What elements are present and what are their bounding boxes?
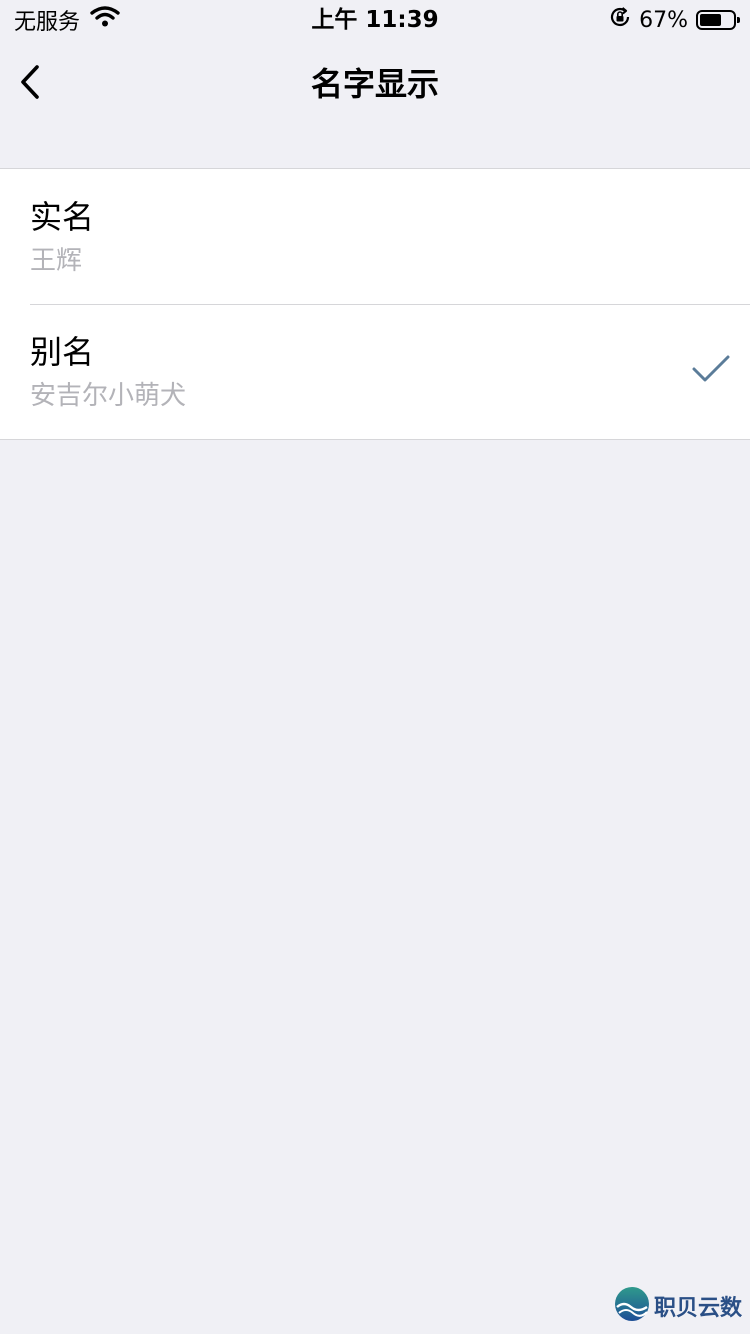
battery-level [700, 14, 721, 26]
checkmark-icon [692, 354, 730, 388]
logo-icon [614, 1286, 650, 1326]
battery-percent: 67% [639, 7, 688, 33]
watermark-text: 职贝云数 [653, 1296, 742, 1321]
status-right: 67% [609, 4, 740, 36]
name-display-options: 实名 王辉 别名 安吉尔小萌犬 [0, 168, 750, 440]
option-subtitle: 安吉尔小萌犬 [30, 381, 187, 411]
option-real-name[interactable]: 实名 王辉 [0, 169, 750, 304]
watermark: 职贝云数 [614, 1286, 742, 1326]
orientation-lock-icon [609, 6, 631, 34]
option-alias[interactable]: 别名 安吉尔小萌犬 [0, 304, 750, 439]
status-bar: 无服务 上午 11:39 67% [0, 0, 750, 40]
option-title: 别名 [30, 333, 95, 371]
option-title: 实名 [30, 198, 95, 236]
battery-icon [696, 10, 740, 30]
option-subtitle: 王辉 [30, 246, 83, 276]
navigation-bar: 名字显示 [0, 40, 750, 128]
page-title: 名字显示 [310, 65, 439, 103]
battery-tip [737, 17, 740, 23]
